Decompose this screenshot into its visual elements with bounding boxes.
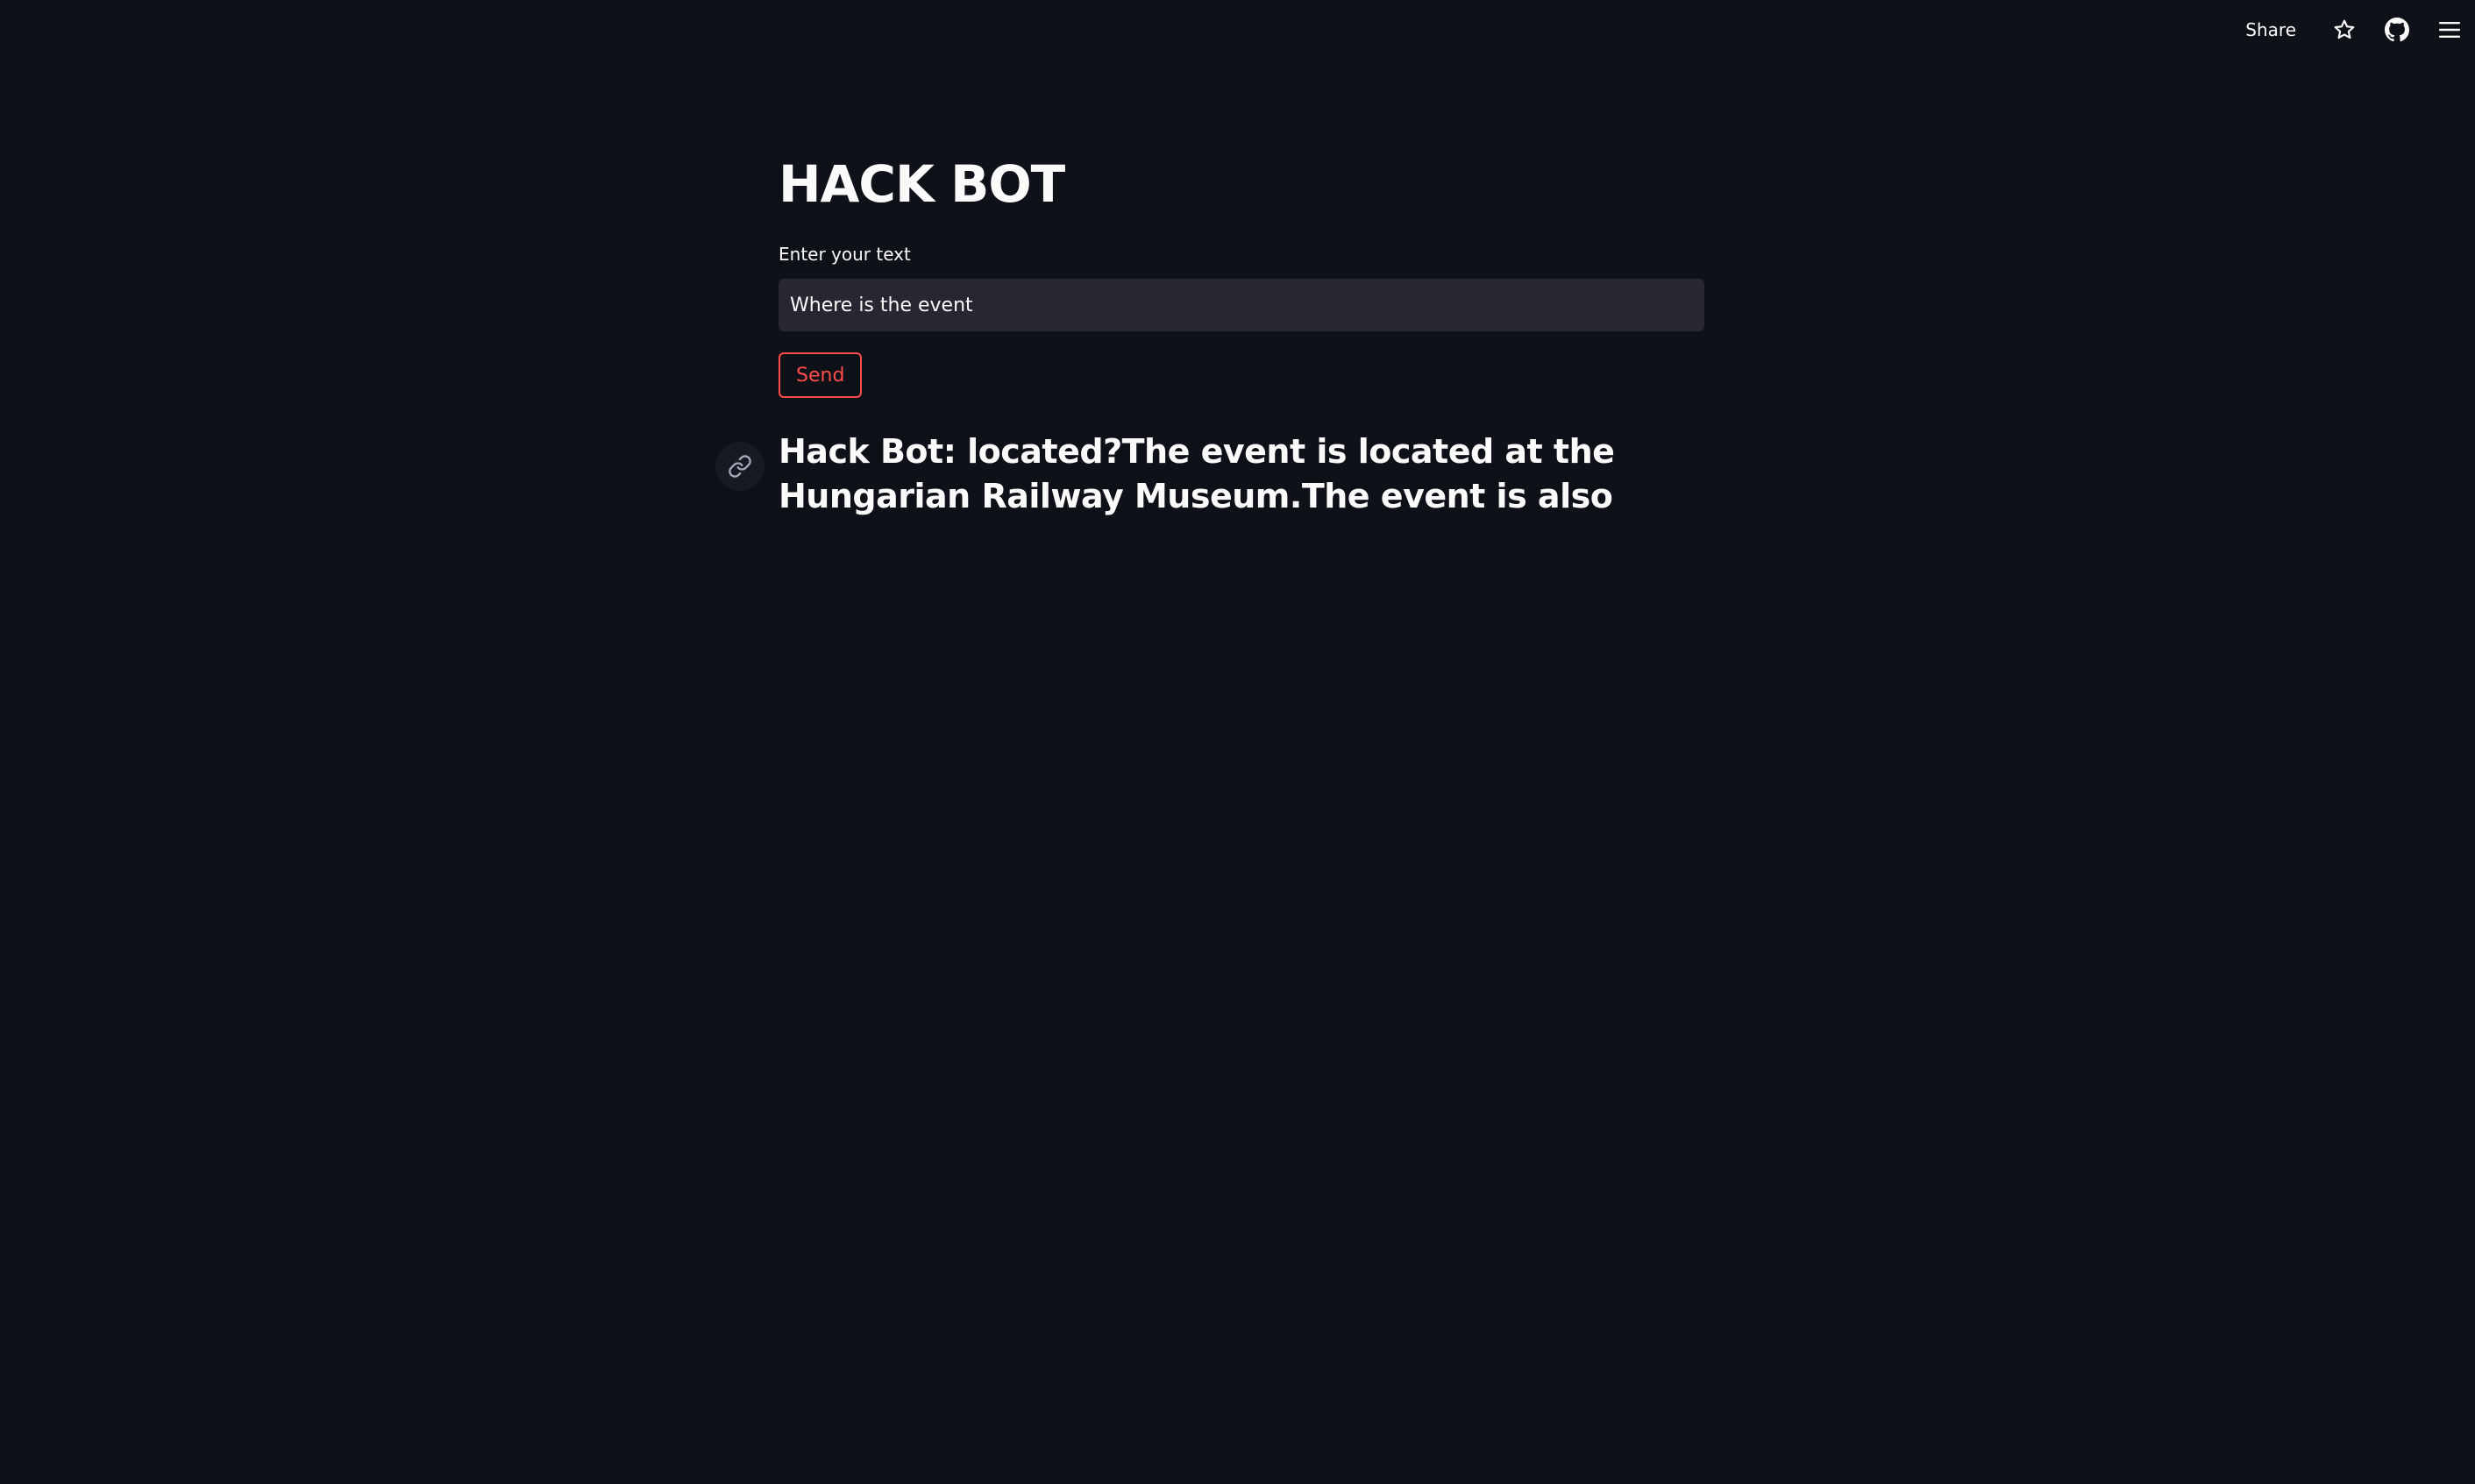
app-root: Share HACK BOT Enter your text Send	[0, 0, 2475, 1484]
page-title: HACK BOT	[779, 154, 1065, 214]
star-icon[interactable]	[2331, 17, 2358, 43]
hamburger-menu-icon[interactable]	[2436, 17, 2463, 43]
main-content: HACK BOT Enter your text Send Hack Bot: …	[715, 149, 1704, 519]
input-label: Enter your text	[779, 244, 911, 265]
github-icon[interactable]	[2384, 17, 2410, 43]
header-toolbar: Share	[2245, 12, 2463, 47]
send-button[interactable]: Send	[779, 352, 863, 398]
link-icon[interactable]	[715, 442, 765, 491]
response-section: Hack Bot: located?The event is located a…	[715, 430, 1704, 519]
bot-response: Hack Bot: located?The event is located a…	[779, 432, 1615, 515]
share-button[interactable]: Share	[2245, 19, 2296, 40]
text-input[interactable]	[779, 279, 1704, 331]
